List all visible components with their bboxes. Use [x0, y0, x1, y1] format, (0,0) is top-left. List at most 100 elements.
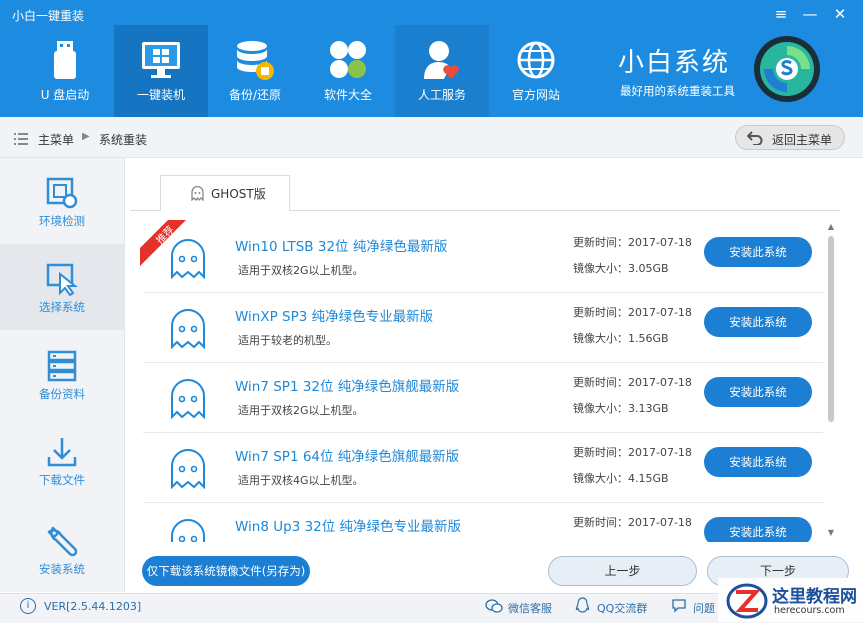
update-time: 更新时间：2017-07-18: [573, 446, 692, 459]
system-row: WinXP SP3 纯净绿色专业最新版 适用于较老的机型。 更新时间：2017-…: [143, 292, 823, 363]
cursor-select-icon: [46, 263, 78, 296]
brand-logo-icon: [754, 36, 820, 102]
close-icon[interactable]: ✕: [829, 4, 851, 24]
download-image-only-button[interactable]: 仅下载该系统镜像文件(另存为): [142, 556, 310, 586]
sidebar-label: 安装系统: [39, 562, 85, 576]
list-icon: [14, 133, 28, 145]
ghost-icon: [191, 186, 204, 201]
install-system-button[interactable]: 安装此系统: [704, 307, 812, 337]
nav-label: 官方网站: [511, 88, 560, 102]
system-row: Win10 LTSB 32位 纯净绿色最新版 适用于双核2G以上机型。 更新时间…: [143, 222, 823, 293]
image-size: 镜像大小：4.15GB: [573, 472, 669, 485]
install-system-button[interactable]: 安装此系统: [704, 447, 812, 477]
nav-software[interactable]: 软件大全: [301, 25, 395, 117]
install-system-button[interactable]: 安装此系统: [704, 377, 812, 407]
nav-official-site[interactable]: 官方网站: [489, 25, 583, 117]
download-icon: [47, 438, 77, 467]
sidebar-label: 选择系统: [39, 300, 85, 314]
minimize-icon[interactable]: —: [799, 4, 821, 24]
brand-name: 小白系统: [618, 48, 731, 78]
nav-label: 人工服务: [417, 88, 466, 102]
scroll-down-icon[interactable]: ▼: [826, 528, 836, 538]
image-size: 镜像大小：3.13GB: [573, 402, 669, 415]
nav-label: 软件大全: [323, 88, 372, 102]
system-name[interactable]: Win7 SP1 64位 纯净绿色旗舰最新版: [235, 445, 459, 465]
image-size: 镜像大小：3.05GB: [573, 262, 669, 275]
menu-icon[interactable]: ≡: [770, 4, 792, 24]
update-time: 更新时间：2017-07-18: [573, 516, 692, 529]
chevron-right-icon: ▶: [82, 131, 90, 142]
back-to-menu-button[interactable]: 返回主菜单: [735, 125, 845, 150]
system-row: Win8 Up3 32位 纯净绿色专业最新版 更新时间：2017-07-18 安…: [143, 502, 823, 542]
system-list-clip: Win8 Up3 32位 纯净绿色专业最新版 更新时间：2017-07-18 安…: [143, 502, 823, 542]
watermark: 这里教程网 herecours.com: [718, 578, 863, 622]
ghost-icon: [171, 449, 205, 489]
usb-icon: [54, 41, 76, 79]
version-label: VER[2.5.44.1203]: [44, 600, 142, 613]
breadcrumb-current: 系统重装: [99, 133, 148, 147]
nav-label: U 盘启动: [40, 88, 90, 102]
info-icon: i: [20, 598, 36, 614]
system-name[interactable]: Win8 Up3 32位 纯净绿色专业最新版: [235, 515, 461, 535]
system-desc: 适用于较老的机型。: [238, 334, 337, 347]
monitor-windows-icon: [142, 42, 180, 78]
system-name[interactable]: Win10 LTSB 32位 纯净绿色最新版: [235, 235, 447, 255]
system-desc: 适用于双核2G以上机型。: [238, 264, 364, 277]
sidebar-label: 备份资料: [39, 387, 85, 401]
sidebar-item-env-check[interactable]: 环境检测: [0, 158, 124, 244]
system-name[interactable]: Win7 SP1 32位 纯净绿色旗舰最新版: [235, 375, 459, 395]
scrollbar[interactable]: ▲ ▼: [826, 222, 836, 540]
nav-backup-restore[interactable]: 备份/还原: [208, 25, 302, 117]
brand-slogan: 最好用的系统重装工具: [620, 84, 735, 98]
watermark-logo-icon: [726, 583, 768, 619]
ghost-icon: [171, 519, 205, 542]
nav-one-click-install[interactable]: 一键装机: [114, 25, 208, 117]
watermark-title: 这里教程网: [772, 587, 857, 607]
sidebar-label: 环境检测: [39, 214, 85, 228]
prev-step-button[interactable]: 上一步: [548, 556, 697, 586]
system-row: Win7 SP1 64位 纯净绿色旗舰最新版 适用于双核4G以上机型。 更新时间…: [143, 432, 823, 503]
wechat-support-link[interactable]: 微信客服: [508, 600, 552, 616]
ghost-icon: [171, 379, 205, 419]
watermark-url: herecours.com: [774, 605, 845, 616]
sidebar-item-select-system[interactable]: 选择系统: [0, 244, 124, 330]
nav-usb-boot[interactable]: U 盘启动: [18, 25, 112, 117]
install-system-button[interactable]: 安装此系统: [704, 517, 812, 542]
image-size: 镜像大小：1.56GB: [573, 332, 669, 345]
scrollbar-thumb[interactable]: [828, 236, 834, 422]
user-heart-icon: [424, 41, 459, 79]
tab-ghost[interactable]: GHOST版: [160, 175, 290, 211]
back-button-label: 返回主菜单: [772, 133, 833, 147]
server-icon: [47, 350, 77, 382]
feedback-link[interactable]: 问题: [693, 600, 715, 616]
recommended-badge: 推荐: [140, 220, 186, 266]
nav-label: 备份/还原: [228, 88, 282, 102]
system-desc: 适用于双核2G以上机型。: [238, 404, 364, 417]
system-name[interactable]: WinXP SP3 纯净绿色专业最新版: [235, 305, 433, 325]
globe-icon: [517, 41, 555, 79]
hardware-check-icon: [46, 177, 78, 209]
system-row: Win7 SP1 32位 纯净绿色旗舰最新版 适用于双核2G以上机型。 更新时间…: [143, 362, 823, 433]
tab-label: GHOST版: [211, 187, 266, 201]
system-desc: 适用于双核4G以上机型。: [238, 474, 364, 487]
sidebar-label: 下载文件: [39, 473, 85, 487]
undo-arrow-icon: [747, 131, 763, 145]
update-time: 更新时间：2017-07-18: [573, 236, 692, 249]
wrench-icon: [47, 526, 78, 557]
install-system-button[interactable]: 安装此系统: [704, 237, 812, 267]
nav-manual-service[interactable]: 人工服务: [395, 25, 489, 117]
update-time: 更新时间：2017-07-18: [573, 306, 692, 319]
nav-label: 一键装机: [136, 88, 185, 102]
app-title: 小白一键重装: [12, 9, 85, 23]
sidebar-item-download[interactable]: 下载文件: [0, 417, 124, 503]
qq-icon: [575, 597, 590, 614]
sidebar-item-install[interactable]: 安装系统: [0, 506, 124, 592]
ghost-icon: [171, 309, 205, 349]
apps-clover-icon: [330, 41, 366, 78]
scroll-up-icon[interactable]: ▲: [826, 222, 836, 232]
wechat-icon: [485, 598, 503, 614]
qq-group-link[interactable]: QQ交流群: [597, 600, 647, 616]
update-time: 更新时间：2017-07-18: [573, 376, 692, 389]
sidebar-item-backup[interactable]: 备份资料: [0, 331, 124, 417]
breadcrumb-home[interactable]: 主菜单: [38, 131, 74, 148]
